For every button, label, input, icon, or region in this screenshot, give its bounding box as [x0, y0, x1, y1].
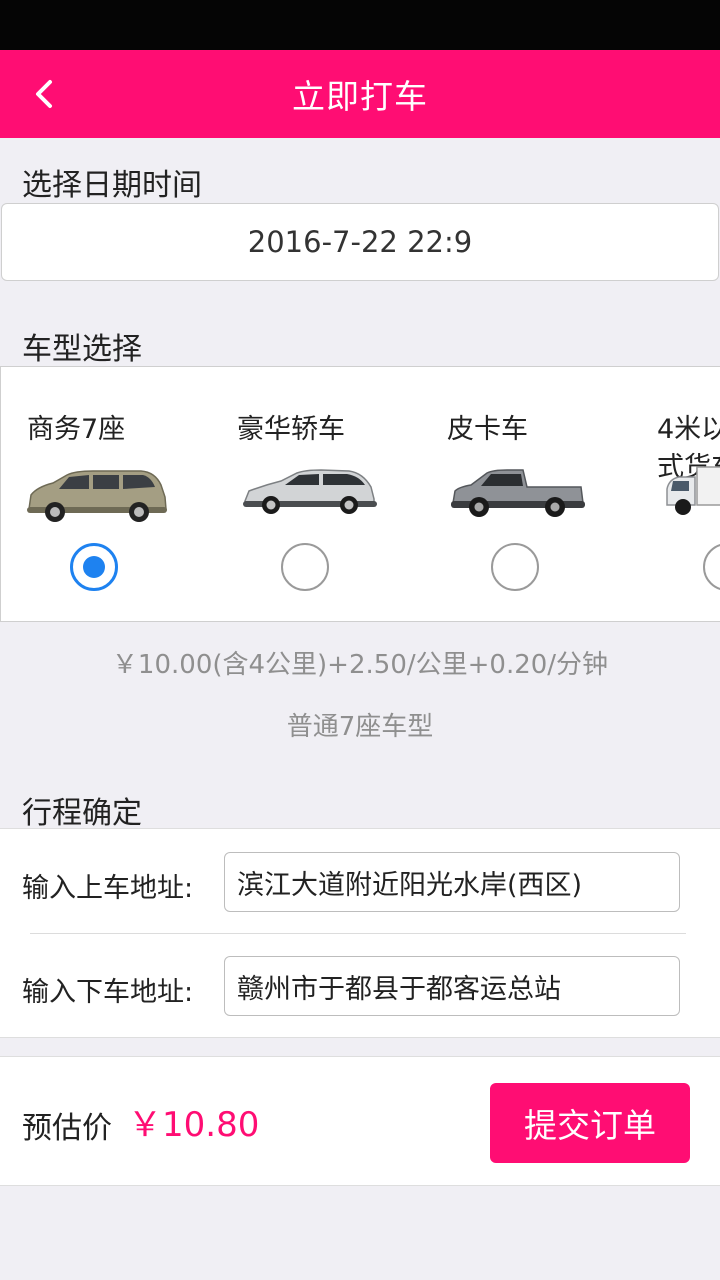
order-bar: 预估价 ￥10.80 提交订单 — [0, 1056, 720, 1186]
car-option-label: 商务7座 — [27, 414, 126, 445]
mpv-car-icon — [27, 470, 167, 522]
submit-order-button[interactable]: 提交订单 — [490, 1083, 690, 1163]
pickup-row: 输入上车地址: 滨江大道附近阳光水岸(西区) — [0, 829, 720, 933]
price-rule-text: ￥10.00(含4公里)+2.50/公里+0.20/分钟 — [111, 650, 609, 680]
car-option-luxury[interactable]: 豪华轿车 — [211, 367, 421, 621]
pickup-label: 输入上车地址: — [22, 873, 194, 904]
pickup-truck-icon — [451, 469, 585, 517]
car-option-radio[interactable] — [281, 543, 329, 591]
car-option-pickup[interactable]: 皮卡车 — [421, 367, 631, 621]
car-option-label: 豪华轿车 — [237, 414, 345, 445]
page-title: 立即打车 — [292, 77, 428, 116]
car-option-radio[interactable] — [491, 543, 539, 591]
back-button[interactable] — [22, 72, 66, 116]
wagon-car-icon — [243, 469, 377, 514]
trip-panel: 输入上车地址: 滨江大道附近阳光水岸(西区) 输入下车地址: 赣州市于都县于都客… — [0, 828, 720, 1038]
car-type-description: 普通7座车型 — [286, 712, 434, 742]
estimate-price-value: ￥10.80 — [128, 1105, 260, 1145]
chevron-left-icon — [36, 80, 52, 108]
car-type-section-label: 车型选择 — [22, 332, 142, 367]
estimate-price-label: 预估价 — [22, 1111, 112, 1146]
dropoff-address-input[interactable]: 赣州市于都县于都客运总站 — [224, 956, 680, 1016]
car-option-radio[interactable] — [703, 543, 720, 591]
status-bar — [0, 0, 720, 50]
car-option-mpv[interactable]: 商务7座 — [1, 367, 211, 621]
app-bar: 立即打车 — [0, 50, 720, 138]
dropoff-row: 输入下车地址: 赣州市于都县于都客运总站 — [0, 933, 720, 1037]
car-option-label: 皮卡车 — [447, 414, 528, 445]
car-option-truck[interactable]: 4米以 式货车 — [631, 367, 720, 621]
car-type-selector: 商务7座 豪华轿车 皮卡车 4米 式 — [0, 366, 720, 622]
dropoff-label: 输入下车地址: — [22, 977, 194, 1008]
cargo-truck-icon — [666, 466, 720, 515]
datetime-picker[interactable]: 2016-7-22 22:9 — [1, 203, 719, 281]
car-option-radio-checked[interactable] — [70, 543, 118, 591]
datetime-section-label: 选择日期时间 — [22, 168, 202, 203]
pickup-address-input[interactable]: 滨江大道附近阳光水岸(西区) — [224, 852, 680, 912]
trip-section-label: 行程确定 — [22, 796, 142, 831]
